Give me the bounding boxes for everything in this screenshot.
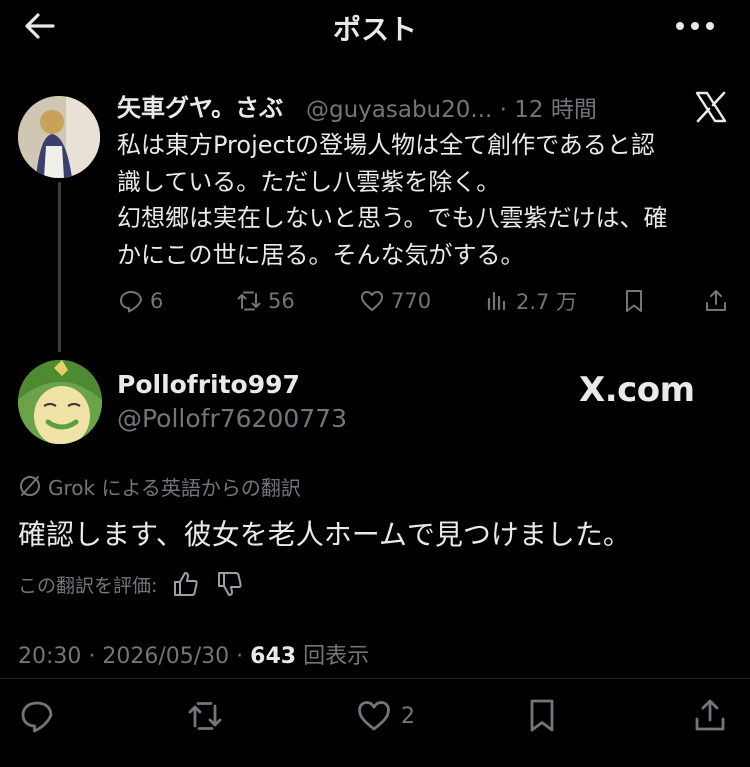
reply-icon — [120, 291, 142, 313]
translation-note: Grok による英語からの翻訳 — [18, 473, 301, 500]
post-line: 私は東方Projectの登場人物は全て創作であると認 — [117, 131, 655, 159]
heart-icon — [361, 291, 383, 311]
share-button[interactable] — [691, 696, 729, 736]
bookmark-icon — [530, 699, 554, 732]
heart-icon — [358, 701, 390, 731]
post-line: かにこの世に居る。そんな気がする。 — [117, 240, 525, 269]
avatar[interactable] — [18, 360, 102, 444]
like-button[interactable]: 2 — [355, 696, 415, 736]
bookmark-button[interactable] — [523, 696, 561, 736]
repost-button[interactable]: 56 — [236, 287, 295, 315]
bookmark-icon — [626, 290, 642, 312]
repost-icon — [237, 291, 261, 311]
views-count: 2.7 万 — [516, 290, 578, 314]
repost-icon — [188, 702, 222, 730]
translation-label: Grok による英語からの翻訳 — [48, 475, 301, 500]
avatar[interactable] — [18, 96, 100, 178]
reply-button[interactable]: 6 — [118, 287, 163, 315]
share-icon — [706, 290, 726, 311]
like-count: 770 — [391, 289, 432, 313]
author-name[interactable]: 矢車グヤ。さぶ — [117, 88, 283, 123]
like-count: 2 — [401, 703, 415, 729]
post-meta: 20:30 · 2026/05/30 · 643 回表示 — [18, 644, 370, 669]
grok-icon — [20, 476, 40, 496]
translation-rating: この翻訳を評価: — [18, 567, 245, 601]
like-button[interactable]: 770 — [359, 287, 431, 315]
post-line: 幻想郷は実在しないと思う。でも八雲紫だけは、確 — [117, 204, 668, 232]
bookmark-button[interactable] — [621, 287, 647, 315]
reply-icon — [21, 701, 53, 733]
page-title: ポスト — [332, 13, 417, 46]
thread-line — [58, 182, 61, 352]
more-options-icon[interactable] — [673, 16, 717, 36]
share-button[interactable] — [703, 287, 729, 315]
views-button[interactable]: 2.7 万 — [484, 287, 577, 315]
divider — [0, 678, 750, 679]
post-line: 識している。ただし八雲紫を除く。 — [117, 167, 501, 196]
views-chart-icon — [487, 291, 506, 311]
post-text: 確認します、彼女を老人ホームで見つけました。 — [18, 518, 631, 551]
author-name[interactable]: Pollofrito997 — [117, 370, 300, 399]
repost-button[interactable] — [186, 696, 224, 736]
author-handle[interactable]: @guyasabu20... · 12 時間 — [306, 90, 597, 124]
author-handle[interactable]: @Pollofr76200773 — [117, 404, 347, 433]
thumbs-down-icon[interactable] — [215, 569, 245, 599]
reply-button[interactable] — [18, 696, 56, 736]
repost-count: 56 — [268, 289, 295, 313]
reply-count: 6 — [150, 289, 164, 313]
watermark: X.com — [579, 370, 695, 410]
x-logo-icon — [695, 91, 727, 123]
rate-label: この翻訳を評価: — [18, 574, 158, 597]
share-icon — [695, 699, 725, 731]
thumbs-up-icon[interactable] — [171, 569, 201, 599]
post-body: 私は東方Projectの登場人物は全て創作であると認 識している。ただし八雲紫を… — [117, 127, 727, 273]
view-count: 643 — [250, 644, 297, 669]
